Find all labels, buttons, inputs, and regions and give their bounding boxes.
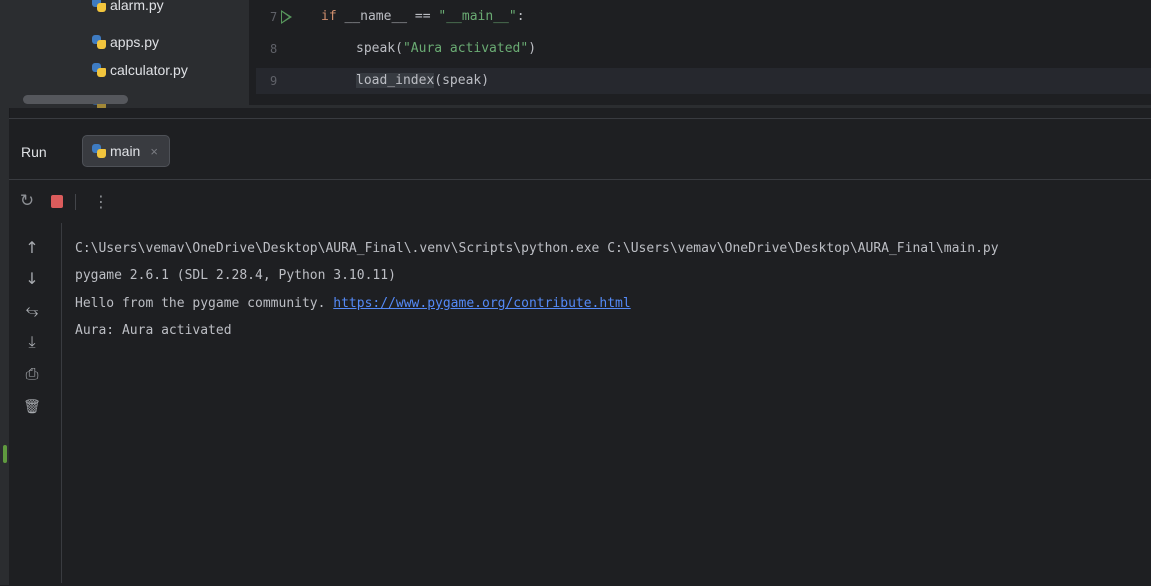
file-name: apps.py — [110, 34, 160, 50]
scroll-down-button[interactable]: ↓ — [20, 266, 44, 290]
scroll-up-button[interactable]: ↑ — [20, 235, 44, 259]
soft-wrap-button[interactable]: ⥃ — [20, 298, 44, 322]
tab-main[interactable]: main × — [82, 135, 170, 167]
soft-wrap-icon: ⥃ — [25, 300, 39, 319]
python-file-icon — [91, 143, 107, 159]
file-name: calculator.py — [110, 62, 188, 78]
print-icon: ⎙ — [25, 364, 39, 383]
console-line: C:\Users\vemav\OneDrive\Desktop\AURA_Fin… — [75, 241, 999, 256]
project-panel: alarm.py apps.py calculator.py — [9, 0, 249, 108]
rerun-button[interactable]: ↻ — [15, 189, 39, 213]
string-literal: "__main__" — [438, 9, 517, 24]
console-output[interactable]: C:\Users\vemav\OneDrive\Desktop\AURA_Fin… — [61, 223, 1151, 583]
file-item-apps[interactable]: apps.py — [91, 31, 159, 53]
code-text: speak("Aura activated") — [356, 36, 536, 62]
console-text: Hello from the pygame community. — [75, 296, 334, 311]
tab-label: main — [110, 143, 141, 159]
change-marker — [3, 445, 7, 463]
code-line: 7 if __name__ == "__main__": — [256, 4, 1151, 30]
file-name: alarm.py — [110, 0, 164, 13]
python-file-icon — [91, 62, 107, 78]
line-number: 9 — [270, 74, 278, 88]
scroll-to-end-button[interactable]: ⤓ — [20, 330, 44, 354]
code-fragment: ) — [528, 41, 537, 56]
run-tool-window: Run main × ↻ ⋮ ↑ ↓ ⥃ ⤓ ⎙ 🗑 C:\Users\vema… — [9, 118, 1151, 586]
rerun-icon: ↻ — [19, 191, 35, 211]
python-file-icon — [91, 0, 107, 13]
line-number: 8 — [270, 42, 278, 56]
editor-divider — [249, 105, 1151, 108]
stop-icon — [51, 194, 63, 208]
code-text: load_index(speak) — [356, 68, 489, 94]
print-button[interactable]: ⎙ — [20, 362, 44, 386]
code-line: 8 speak("Aura activated") — [256, 36, 1151, 62]
run-gutter-icon[interactable] — [281, 10, 292, 24]
console-side-toolbar: ↑ ↓ ⥃ ⤓ ⎙ 🗑 — [9, 223, 59, 583]
trash-icon: 🗑 — [23, 399, 41, 415]
console-line: Hello from the pygame community. https:/… — [75, 292, 631, 316]
scroll-to-end-icon: ⤓ — [28, 332, 36, 351]
run-title: Run — [21, 144, 47, 160]
keyword: if — [321, 9, 337, 24]
highlighted-identifier: load_index — [356, 73, 435, 88]
close-icon[interactable]: × — [150, 144, 158, 159]
clear-console-button[interactable]: 🗑 — [20, 395, 44, 419]
code-fragment: : — [516, 9, 525, 24]
python-file-icon — [91, 34, 107, 50]
stop-button[interactable] — [45, 189, 69, 213]
code-fragment: (speak) — [434, 73, 490, 88]
console-line: pygame 2.6.1 (SDL 2.28.4, Python 3.10.11… — [75, 268, 396, 283]
code-editor[interactable]: 7 if __name__ == "__main__": 8 speak("Au… — [256, 0, 1151, 108]
arrow-down-icon: ↓ — [25, 268, 39, 288]
code-fragment: __name__ == — [336, 9, 439, 24]
code-text: if __name__ == "__main__": — [321, 4, 525, 30]
console-line: Aura: Aura activated — [75, 323, 232, 338]
run-toolbar: ↻ ⋮ — [9, 181, 1151, 221]
string-literal: "Aura activated" — [402, 41, 529, 56]
run-header: Run main × — [9, 119, 1151, 180]
toolbar-divider — [75, 194, 76, 210]
contribute-link[interactable]: https://www.pygame.org/contribute.html — [333, 296, 630, 311]
arrow-up-icon: ↑ — [25, 237, 39, 257]
file-item-alarm[interactable]: alarm.py — [91, 0, 164, 16]
code-line-current: 9 load_index(speak) — [256, 68, 1151, 94]
more-vertical-icon: ⋮ — [93, 191, 109, 211]
horizontal-scrollbar[interactable] — [23, 95, 128, 104]
file-item-calculator[interactable]: calculator.py — [91, 59, 188, 81]
more-options-button[interactable]: ⋮ — [89, 189, 113, 213]
code-fragment: speak( — [356, 41, 403, 56]
